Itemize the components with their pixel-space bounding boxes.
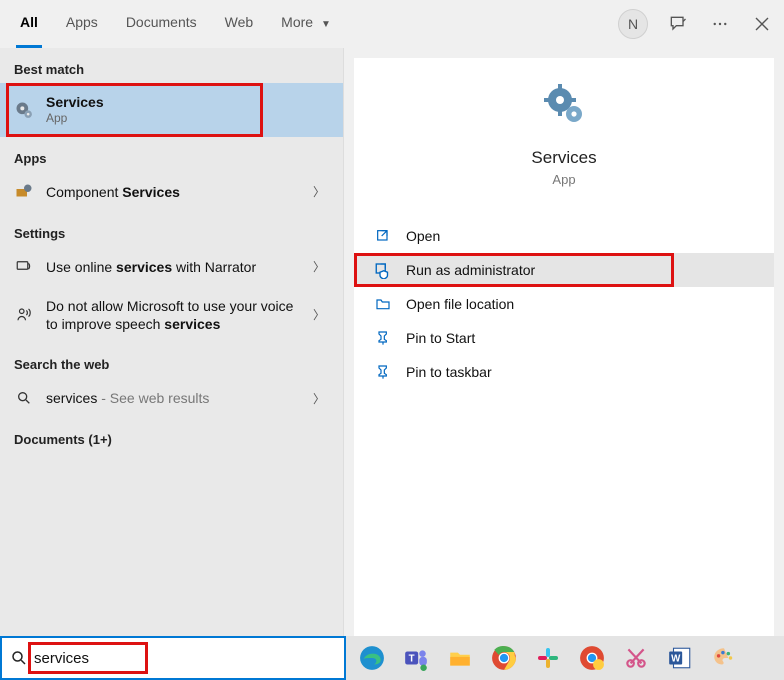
action-label: Open: [406, 228, 440, 244]
speech-icon: [14, 305, 34, 325]
action-pin-to-start[interactable]: Pin to Start: [354, 321, 774, 355]
result-label: Do not allow Microsoft to use your voice…: [46, 298, 293, 332]
action-open-file-location[interactable]: Open file location: [354, 287, 774, 321]
more-options-icon[interactable]: [708, 12, 732, 36]
user-avatar[interactable]: N: [618, 9, 648, 39]
section-apps: Apps: [0, 137, 343, 172]
best-match-text: Services App: [46, 93, 329, 127]
action-label: Pin to Start: [406, 330, 475, 346]
admin-shield-icon: [374, 261, 392, 279]
result-web-search[interactable]: services - See web results 〉: [0, 378, 343, 418]
result-label: Use online services with Narrator: [46, 259, 256, 275]
search-icon: [14, 388, 34, 408]
search-input[interactable]: [30, 644, 336, 673]
titlebar: All Apps Documents Web More ▼ N: [0, 0, 784, 48]
action-label: Run as administrator: [406, 262, 535, 278]
close-button[interactable]: [750, 12, 774, 36]
explorer-icon[interactable]: [444, 642, 476, 674]
taskbar: T: [346, 636, 784, 680]
services-app-icon: [540, 82, 588, 130]
action-run-as-admin[interactable]: Run as administrator: [354, 253, 774, 287]
tab-more-label: More: [281, 14, 313, 30]
results-column: Best match Services App Apps Component S…: [0, 48, 344, 636]
svg-text:W: W: [671, 653, 681, 664]
narrator-icon: [14, 257, 34, 277]
folder-icon: [374, 295, 392, 313]
chevron-down-icon: ▼: [321, 19, 331, 30]
search-icon: [10, 649, 30, 667]
chevron-right-icon: 〉: [309, 258, 329, 275]
gear-icon: [14, 100, 34, 120]
svg-text:T: T: [409, 653, 415, 664]
chrome-icon[interactable]: [488, 642, 520, 674]
action-label: Open file location: [406, 296, 514, 312]
chrome-canary-icon[interactable]: [576, 642, 608, 674]
result-label: services - See web results: [46, 390, 209, 406]
detail-header: Services App: [354, 82, 774, 187]
tab-documents[interactable]: Documents: [124, 0, 199, 48]
scope-tabs: All Apps Documents Web More ▼: [18, 0, 333, 48]
teams-icon[interactable]: T: [400, 642, 432, 674]
result-setting-narrator-services[interactable]: Use online services with Narrator 〉: [0, 247, 343, 287]
best-match-title: Services: [46, 93, 329, 111]
action-open[interactable]: Open: [354, 219, 774, 253]
action-pin-to-taskbar[interactable]: Pin to taskbar: [354, 355, 774, 389]
details-pane: Services App Open Run as administrator: [354, 58, 774, 636]
section-search-web: Search the web: [0, 343, 343, 378]
tab-all[interactable]: All: [18, 0, 40, 48]
search-box[interactable]: [0, 636, 346, 680]
chevron-right-icon: 〉: [309, 183, 329, 200]
open-icon: [374, 227, 392, 245]
tab-apps[interactable]: Apps: [64, 0, 100, 48]
tab-web[interactable]: Web: [223, 0, 256, 48]
section-settings: Settings: [0, 212, 343, 247]
paint-icon[interactable]: [708, 642, 740, 674]
word-icon[interactable]: W: [664, 642, 696, 674]
detail-title: Services: [354, 148, 774, 168]
title-actions: N: [618, 9, 774, 39]
action-label: Pin to taskbar: [406, 364, 492, 380]
snip-icon[interactable]: [620, 642, 652, 674]
result-app-component-services[interactable]: Component Services 〉: [0, 172, 343, 212]
feedback-icon[interactable]: [666, 12, 690, 36]
section-best-match: Best match: [0, 48, 343, 83]
pin-icon: [374, 329, 392, 347]
detail-actions: Open Run as administrator Open file loca…: [354, 219, 774, 389]
pin-icon: [374, 363, 392, 381]
detail-subtitle: App: [354, 172, 774, 187]
section-documents: Documents (1+): [0, 418, 343, 453]
slack-icon[interactable]: [532, 642, 564, 674]
chevron-right-icon: 〉: [309, 390, 329, 407]
best-match-subtitle: App: [46, 111, 329, 127]
tab-more[interactable]: More ▼: [279, 0, 333, 48]
component-services-icon: [14, 182, 34, 202]
edge-icon[interactable]: [356, 642, 388, 674]
result-setting-speech-services[interactable]: Do not allow Microsoft to use your voice…: [0, 287, 343, 343]
result-label: Component Services: [46, 184, 180, 200]
chevron-right-icon: 〉: [309, 306, 329, 323]
best-match-result[interactable]: Services App: [0, 83, 343, 137]
